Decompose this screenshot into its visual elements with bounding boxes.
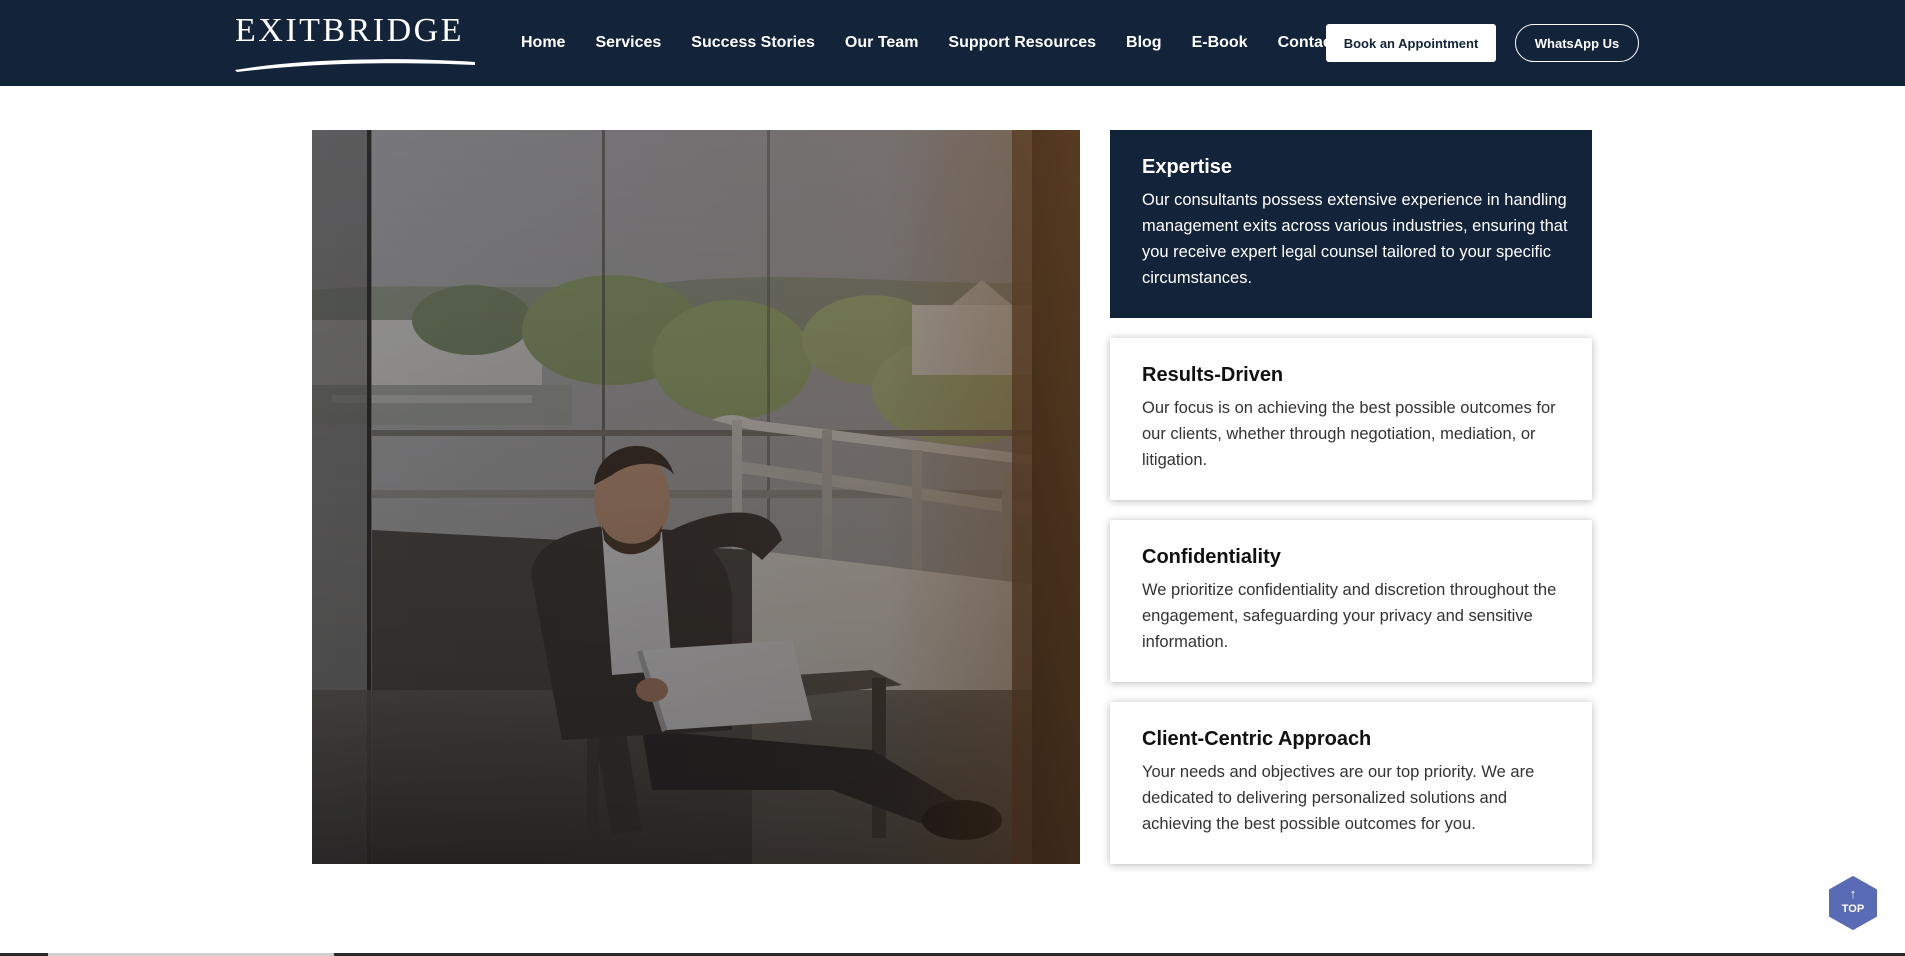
feature-card-client-centric: Client-Centric Approach Your needs and o…: [1110, 702, 1592, 864]
feature-card-title: Confidentiality: [1142, 546, 1281, 568]
feature-card-title: Client-Centric Approach: [1142, 728, 1372, 750]
feature-card-text: We prioritize confidentiality and discre…: [1142, 581, 1557, 651]
book-appointment-button[interactable]: Book an Appointment: [1326, 24, 1496, 62]
nav-item-our-team[interactable]: Our Team: [845, 34, 919, 52]
hero-photo: [312, 130, 1080, 864]
nav-item-home[interactable]: Home: [521, 34, 565, 52]
nav-item-success-stories[interactable]: Success Stories: [691, 34, 815, 52]
nav-item-ebook[interactable]: E-Book: [1192, 34, 1248, 52]
whatsapp-button[interactable]: WhatsApp Us: [1515, 24, 1639, 62]
back-to-top-button[interactable]: ↑ TOP: [1826, 876, 1880, 930]
main-nav: Home Services Success Stories Our Team S…: [521, 30, 1392, 56]
feature-card-results-driven: Results-Driven Our focus is on achieving…: [1110, 338, 1592, 500]
arrow-up-icon: ↑: [1849, 886, 1857, 901]
feature-card-confidentiality: Confidentiality We prioritize confidenti…: [1110, 520, 1592, 682]
feature-card-title: Results-Driven: [1142, 364, 1284, 386]
feature-card-title: Expertise: [1142, 156, 1233, 178]
feature-card-text: Our consultants possess extensive experi…: [1142, 191, 1568, 287]
nav-item-blog[interactable]: Blog: [1126, 34, 1162, 52]
feature-card-expertise: Expertise Our consultants possess extens…: [1110, 130, 1592, 318]
feature-card-text: Our focus is on achieving the best possi…: [1142, 399, 1556, 469]
back-to-top-label: TOP: [1841, 903, 1865, 915]
logo[interactable]: EXITBRIDGE: [233, 8, 478, 72]
nav-item-services[interactable]: Services: [595, 34, 661, 52]
logo-swoosh-icon: [235, 59, 475, 72]
feature-card-text: Your needs and objectives are our top pr…: [1142, 763, 1535, 833]
site-header: EXITBRIDGE Home Services Success Stories…: [0, 0, 1905, 86]
nav-item-support-resources[interactable]: Support Resources: [948, 34, 1096, 52]
logo-text: EXITBRIDGE: [235, 12, 464, 49]
